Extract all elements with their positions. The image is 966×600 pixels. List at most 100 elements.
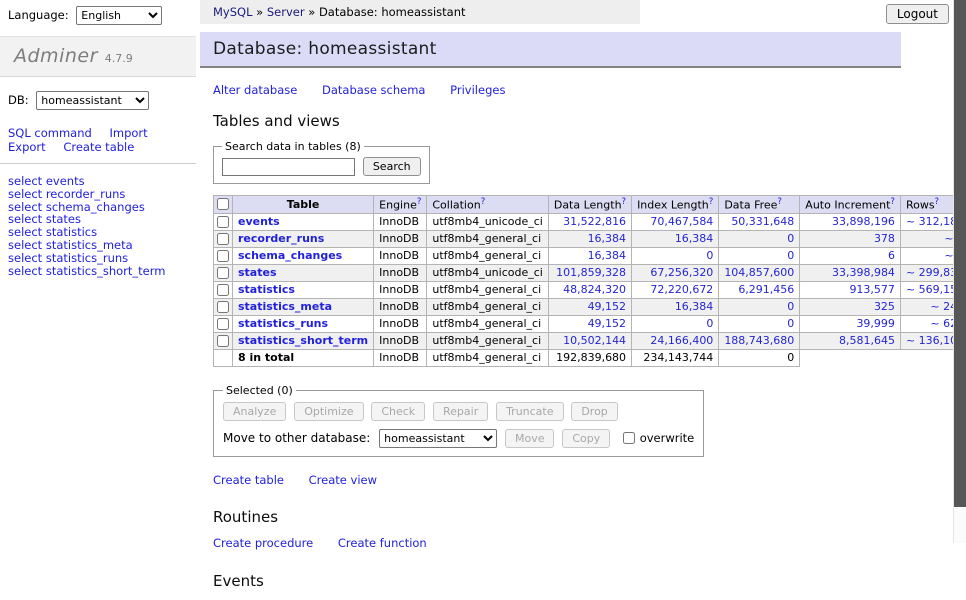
- analyze-button[interactable]: Analyze: [223, 402, 286, 421]
- row-checkbox[interactable]: [217, 267, 229, 279]
- sidebar-item-select-statistics-short-term[interactable]: select statistics_short_term: [8, 265, 188, 278]
- select-all-checkbox[interactable]: [217, 198, 229, 210]
- auto-increment-link[interactable]: 8,581,645: [839, 334, 895, 347]
- data-length-link[interactable]: 31,522,816: [563, 215, 626, 228]
- data-length-link[interactable]: 16,384: [588, 249, 627, 262]
- language-select[interactable]: English: [76, 6, 162, 25]
- row-checkbox[interactable]: [217, 301, 229, 313]
- data-free-link[interactable]: 104,857,600: [724, 266, 794, 279]
- sidebar-item-select-statistics-runs[interactable]: select statistics_runs: [8, 252, 188, 265]
- row-checkbox-cell: [214, 281, 233, 298]
- row-checkbox[interactable]: [217, 284, 229, 296]
- data-length-link[interactable]: 48,824,320: [563, 283, 626, 296]
- data-length-cell: 10,502,144: [548, 332, 631, 349]
- vertical-scrollbar[interactable]: [953, 0, 966, 543]
- data-free-link[interactable]: 6,291,456: [738, 283, 794, 296]
- sidebar-item-select-statistics-meta[interactable]: select statistics_meta: [8, 239, 188, 252]
- data-free-link[interactable]: 0: [787, 249, 794, 262]
- sidebar-item-select-events[interactable]: select events: [8, 175, 188, 188]
- help-icon[interactable]: ?: [622, 197, 627, 207]
- sidebar-action-export[interactable]: Export: [8, 140, 46, 154]
- link-create-view[interactable]: Create view: [309, 473, 377, 487]
- row-checkbox[interactable]: [217, 233, 229, 245]
- help-icon[interactable]: ?: [777, 197, 782, 207]
- db-link-privileges[interactable]: Privileges: [450, 83, 505, 97]
- column-label: Engine: [379, 199, 417, 212]
- auto-increment-link[interactable]: 325: [874, 300, 895, 313]
- auto-increment-link[interactable]: 33,398,984: [832, 266, 895, 279]
- data-free-link[interactable]: 0: [787, 300, 794, 313]
- db-link-alter-database[interactable]: Alter database: [213, 83, 297, 97]
- index-length-link[interactable]: 16,384: [675, 232, 714, 245]
- table-name-link[interactable]: statistics_short_term: [238, 334, 368, 347]
- breadcrumb: MySQL » Server » Database: homeassistant: [200, 0, 640, 24]
- index-length-cell: 24,166,400: [632, 332, 719, 349]
- move-db-select[interactable]: homeassistant: [379, 429, 497, 448]
- table-name-cell: statistics_meta: [233, 298, 374, 315]
- table-name-link[interactable]: statistics_runs: [238, 317, 328, 330]
- auto-increment-link[interactable]: 913,577: [849, 283, 895, 296]
- help-icon[interactable]: ?: [481, 197, 486, 207]
- truncate-button[interactable]: Truncate: [496, 402, 563, 421]
- column-label: Data Free: [724, 199, 777, 212]
- link-create-table[interactable]: Create table: [213, 473, 284, 487]
- index-length-link[interactable]: 72,220,672: [650, 283, 713, 296]
- auto-increment-link[interactable]: 378: [874, 232, 895, 245]
- sidebar-action-import[interactable]: Import: [109, 126, 147, 140]
- scrollbar-thumb[interactable]: [954, 0, 966, 507]
- data-free-link[interactable]: 0: [787, 317, 794, 330]
- table-name-link[interactable]: schema_changes: [238, 249, 342, 262]
- auto-increment-link[interactable]: 39,999: [856, 317, 895, 330]
- data-length-link[interactable]: 16,384: [588, 232, 627, 245]
- table-row: statisticsInnoDButf8mb4_general_ci48,824…: [214, 281, 966, 298]
- search-button[interactable]: Search: [363, 157, 421, 176]
- row-checkbox[interactable]: [217, 250, 229, 262]
- auto-increment-link[interactable]: 6: [888, 249, 895, 262]
- row-checkbox[interactable]: [217, 318, 229, 330]
- check-button[interactable]: Check: [371, 402, 425, 421]
- copy-button[interactable]: Copy: [562, 429, 610, 448]
- column-header-table: Table: [233, 196, 374, 214]
- data-free-link[interactable]: 50,331,648: [731, 215, 794, 228]
- index-length-link[interactable]: 67,256,320: [650, 266, 713, 279]
- help-icon[interactable]: ?: [890, 197, 895, 207]
- repair-button[interactable]: Repair: [433, 402, 488, 421]
- drop-button[interactable]: Drop: [571, 402, 617, 421]
- logout-button[interactable]: Logout: [886, 4, 949, 24]
- auto-increment-link[interactable]: 33,898,196: [832, 215, 895, 228]
- data-length-link[interactable]: 101,859,328: [556, 266, 626, 279]
- data-free-link[interactable]: 0: [787, 232, 794, 245]
- move-button[interactable]: Move: [505, 429, 555, 448]
- table-name-link[interactable]: statistics_meta: [238, 300, 332, 313]
- table-name-link[interactable]: statistics: [238, 283, 295, 296]
- row-checkbox[interactable]: [217, 216, 229, 228]
- table-name-link[interactable]: events: [238, 215, 280, 228]
- overwrite-checkbox[interactable]: [623, 432, 635, 444]
- db-select[interactable]: homeassistant: [36, 91, 149, 110]
- index-length-link[interactable]: 16,384: [675, 300, 714, 313]
- brand-name: Adminer: [14, 45, 98, 67]
- search-input[interactable]: [222, 158, 355, 176]
- help-icon[interactable]: ?: [709, 197, 714, 207]
- data-length-link[interactable]: 49,152: [588, 317, 627, 330]
- table-name-link[interactable]: states: [238, 266, 277, 279]
- db-link-database-schema[interactable]: Database schema: [322, 83, 425, 97]
- sidebar-action-sql-command[interactable]: SQL command: [8, 126, 92, 140]
- breadcrumb-link-mysql[interactable]: MySQL: [213, 5, 253, 19]
- data-free-link[interactable]: 188,743,680: [724, 334, 794, 347]
- row-checkbox[interactable]: [217, 335, 229, 347]
- index-length-link[interactable]: 0: [706, 249, 713, 262]
- table-row: statistics_short_termInnoDButf8mb4_gener…: [214, 332, 966, 349]
- index-length-link[interactable]: 0: [706, 317, 713, 330]
- help-icon[interactable]: ?: [417, 197, 422, 207]
- sidebar-item-select-recorder-runs[interactable]: select recorder_runs: [8, 188, 188, 201]
- breadcrumb-link-server[interactable]: Server: [267, 5, 305, 19]
- sidebar-action-create-table[interactable]: Create table: [63, 140, 134, 154]
- index-length-link[interactable]: 24,166,400: [650, 334, 713, 347]
- data-length-link[interactable]: 49,152: [588, 300, 627, 313]
- table-name-link[interactable]: recorder_runs: [238, 232, 324, 245]
- help-icon[interactable]: ?: [935, 197, 940, 207]
- index-length-link[interactable]: 70,467,584: [650, 215, 713, 228]
- optimize-button[interactable]: Optimize: [294, 402, 363, 421]
- data-length-link[interactable]: 10,502,144: [563, 334, 626, 347]
